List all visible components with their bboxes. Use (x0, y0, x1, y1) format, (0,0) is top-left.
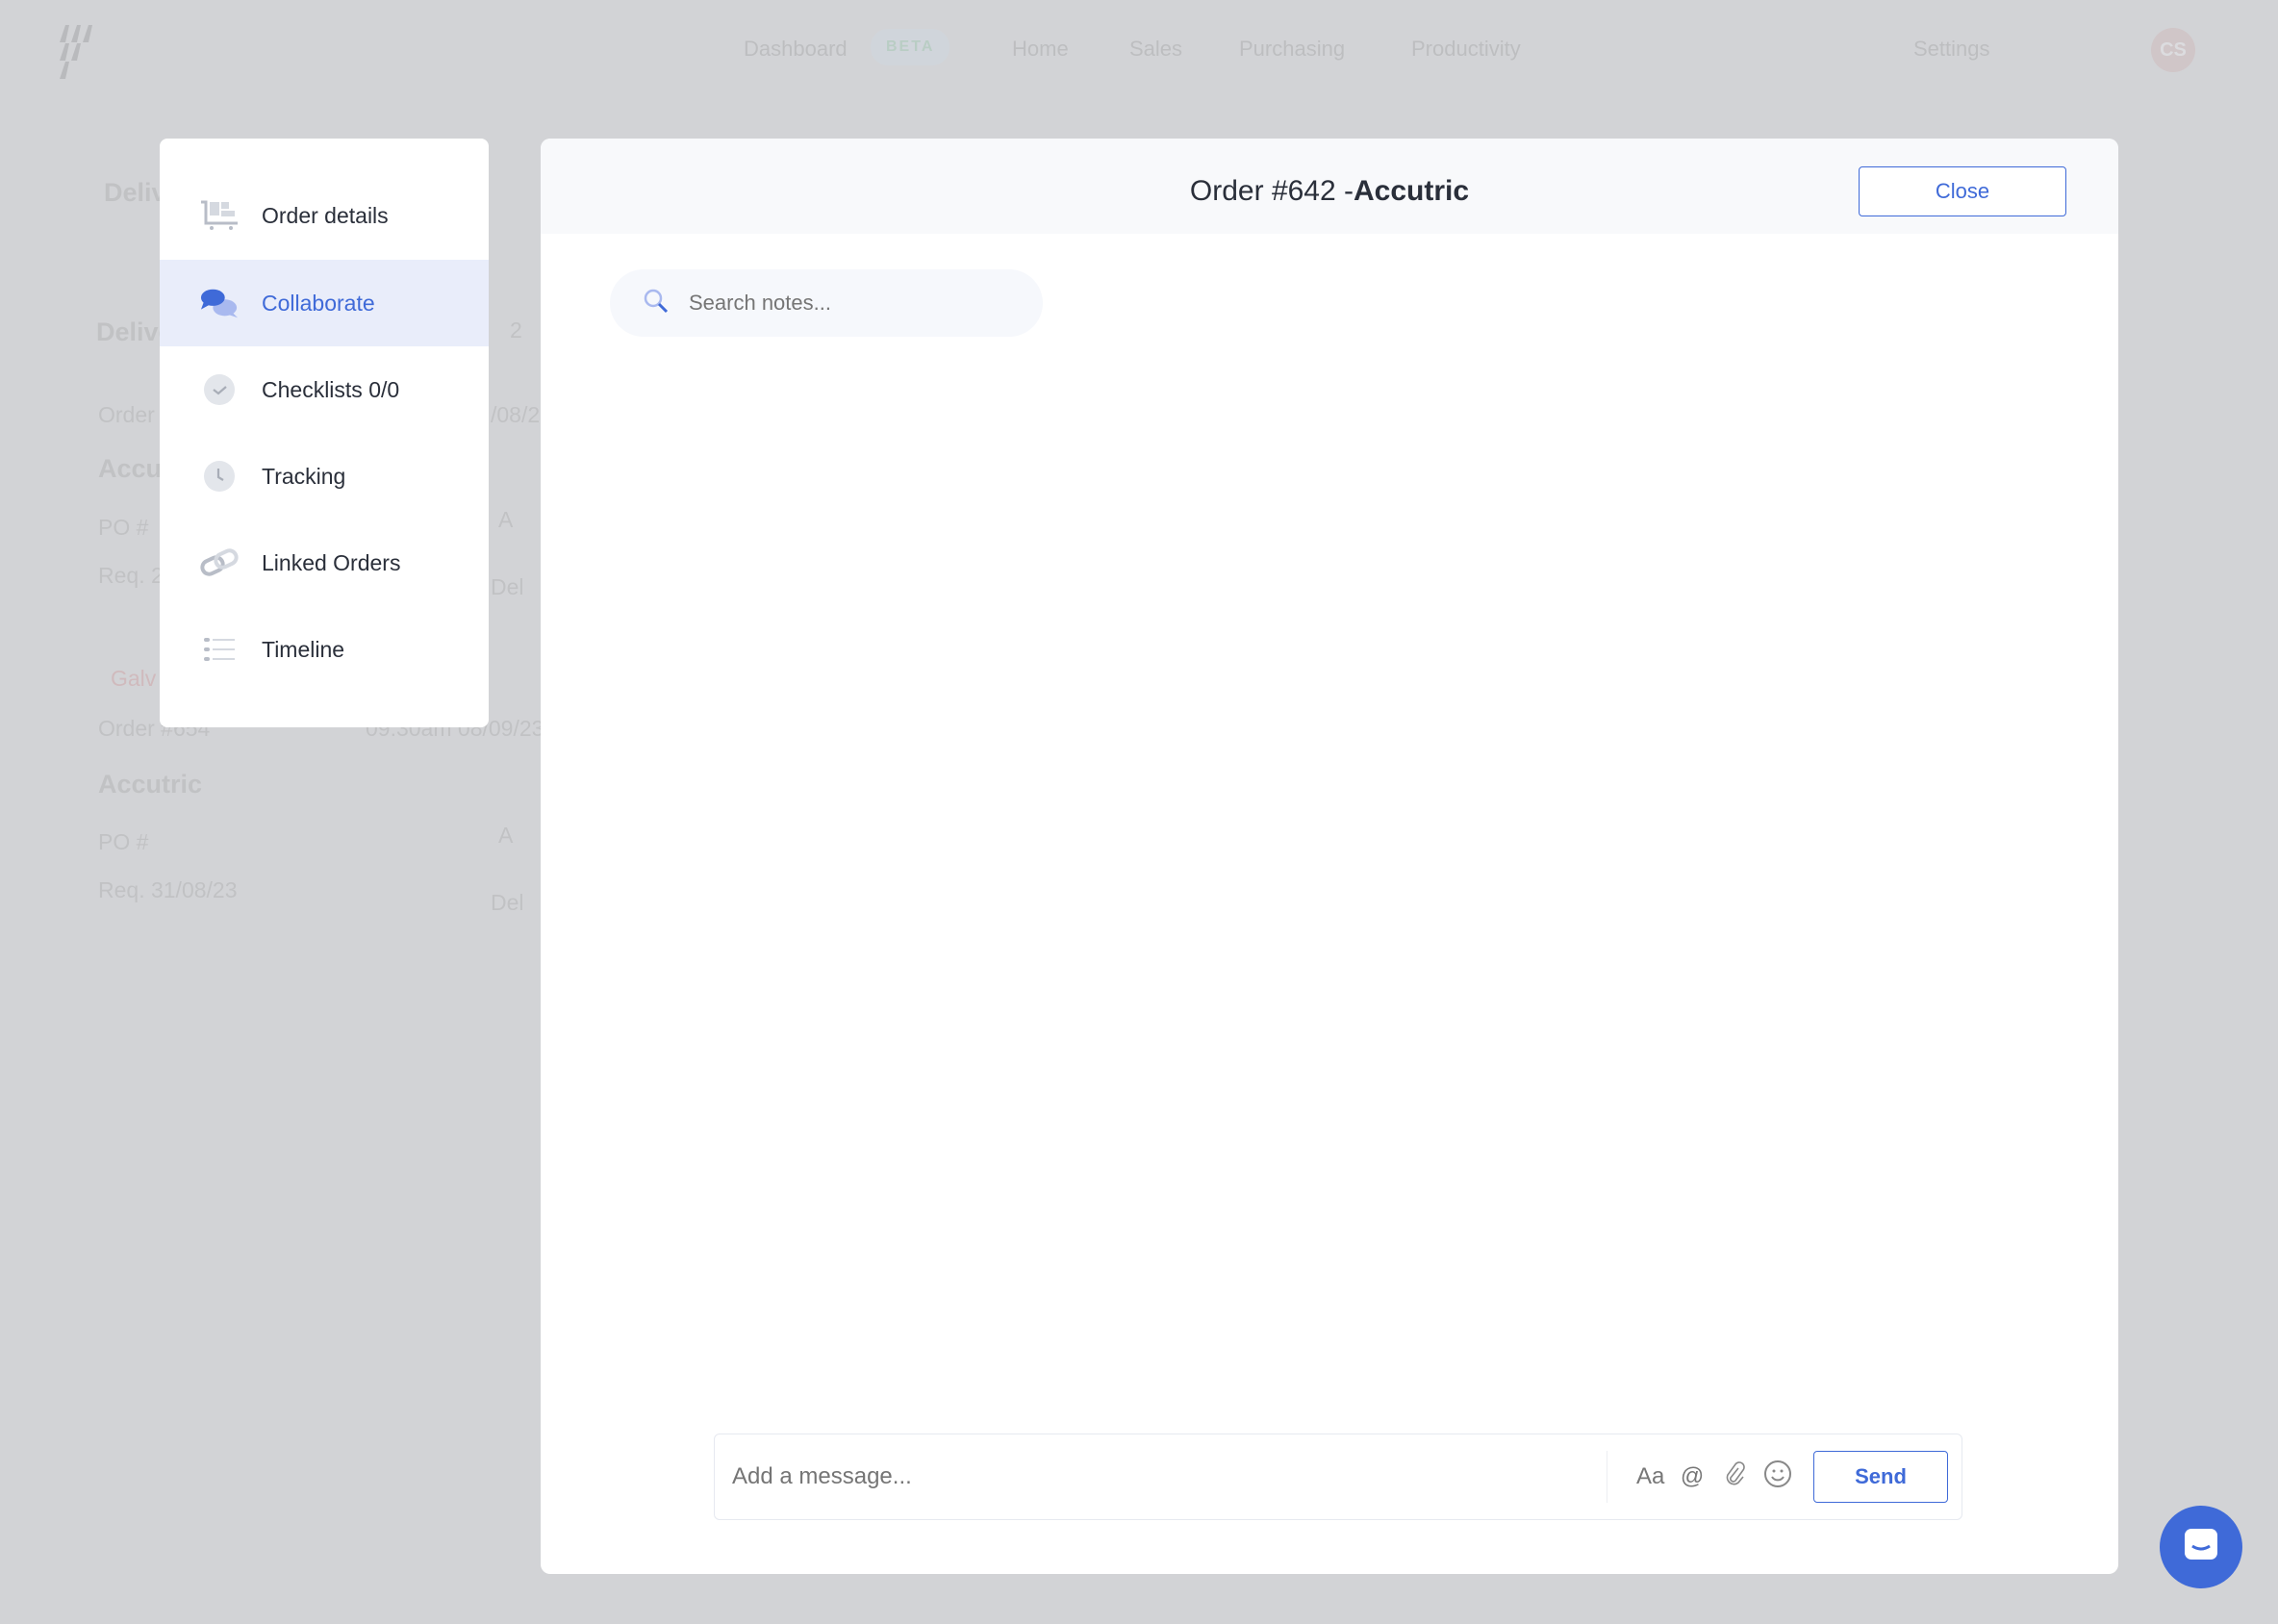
sidebar-item-label: Linked Orders (262, 549, 401, 575)
bg-po: PO # (98, 515, 149, 540)
sidebar-item-label: Order details (262, 202, 389, 228)
check-circle-icon (200, 372, 239, 407)
emoji-icon[interactable] (1763, 1459, 1791, 1495)
search-icon (643, 288, 670, 319)
nav-dashboard: Dashboard (744, 37, 848, 61)
title-customer: Accutric (1354, 175, 1470, 207)
bg-order: Order (98, 402, 155, 427)
sidebar-item-linked-orders[interactable]: Linked Orders (160, 520, 489, 606)
nav-purchasing: Purchasing (1239, 37, 1346, 61)
sidebar-item-collaborate[interactable]: Collaborate (160, 260, 489, 346)
beta-badge: BETA (871, 29, 950, 65)
chat-icon (2182, 1526, 2220, 1569)
bg-count: 2 (510, 317, 522, 343)
order-modal: Order #642 -Accutric Close Aa @ Send (541, 139, 2118, 1574)
logo (60, 25, 92, 79)
modal-header: Order #642 -Accutric Close (541, 139, 2118, 234)
sidebar-item-label: Collaborate (262, 290, 375, 316)
search-notes[interactable] (610, 269, 1043, 337)
bg-req2: Req. 31/08/23 (98, 877, 238, 902)
sidebar-item-label: Checklists 0/0 (262, 376, 400, 402)
cart-icon (200, 198, 239, 233)
message-input[interactable] (732, 1463, 1607, 1490)
bg-po2: PO # (98, 829, 149, 854)
nav-sales: Sales (1129, 37, 1183, 61)
sidebar-item-label: Timeline (262, 636, 345, 662)
close-button[interactable]: Close (1859, 166, 2066, 216)
bg-badge-del2: Del (491, 890, 524, 915)
list-icon (200, 632, 239, 667)
bg-customer2: Accutric (98, 770, 203, 799)
avatar: CS (2151, 28, 2195, 72)
attachment-icon[interactable] (1721, 1460, 1748, 1494)
format-text-button[interactable]: Aa (1636, 1463, 1664, 1490)
message-composer: Aa @ Send (714, 1434, 1962, 1520)
mention-button[interactable]: @ (1679, 1463, 1706, 1490)
sidebar-item-label: Tracking (262, 463, 346, 489)
nav-home: Home (1012, 37, 1069, 61)
bg-tag: Galv (111, 666, 157, 691)
nav-productivity: Productivity (1411, 37, 1521, 61)
link-icon (200, 546, 239, 580)
title-order: Order #642 - (1189, 175, 1354, 207)
chat-bubbles-icon (200, 286, 239, 320)
nav-settings: Settings (1913, 37, 1990, 61)
send-button[interactable]: Send (1813, 1451, 1948, 1503)
bg-heading: Deliv (104, 178, 166, 207)
sidebar-item-order-details[interactable]: Order details (160, 172, 489, 259)
bg-badge-a: A (498, 507, 514, 532)
bg-badge-a2: A (498, 823, 514, 848)
chat-launcher-button[interactable] (2160, 1506, 2242, 1588)
bg-badge-del: Del (491, 574, 524, 599)
order-sidebar: Order details Collaborate Checklists 0/0… (160, 139, 489, 727)
sidebar-item-tracking[interactable]: Tracking (160, 433, 489, 520)
sidebar-item-checklists[interactable]: Checklists 0/0 (160, 346, 489, 433)
clock-icon (200, 459, 239, 494)
search-input[interactable] (689, 291, 1006, 316)
sidebar-item-timeline[interactable]: Timeline (160, 606, 489, 693)
bg-req: Req. 2 (98, 563, 164, 588)
